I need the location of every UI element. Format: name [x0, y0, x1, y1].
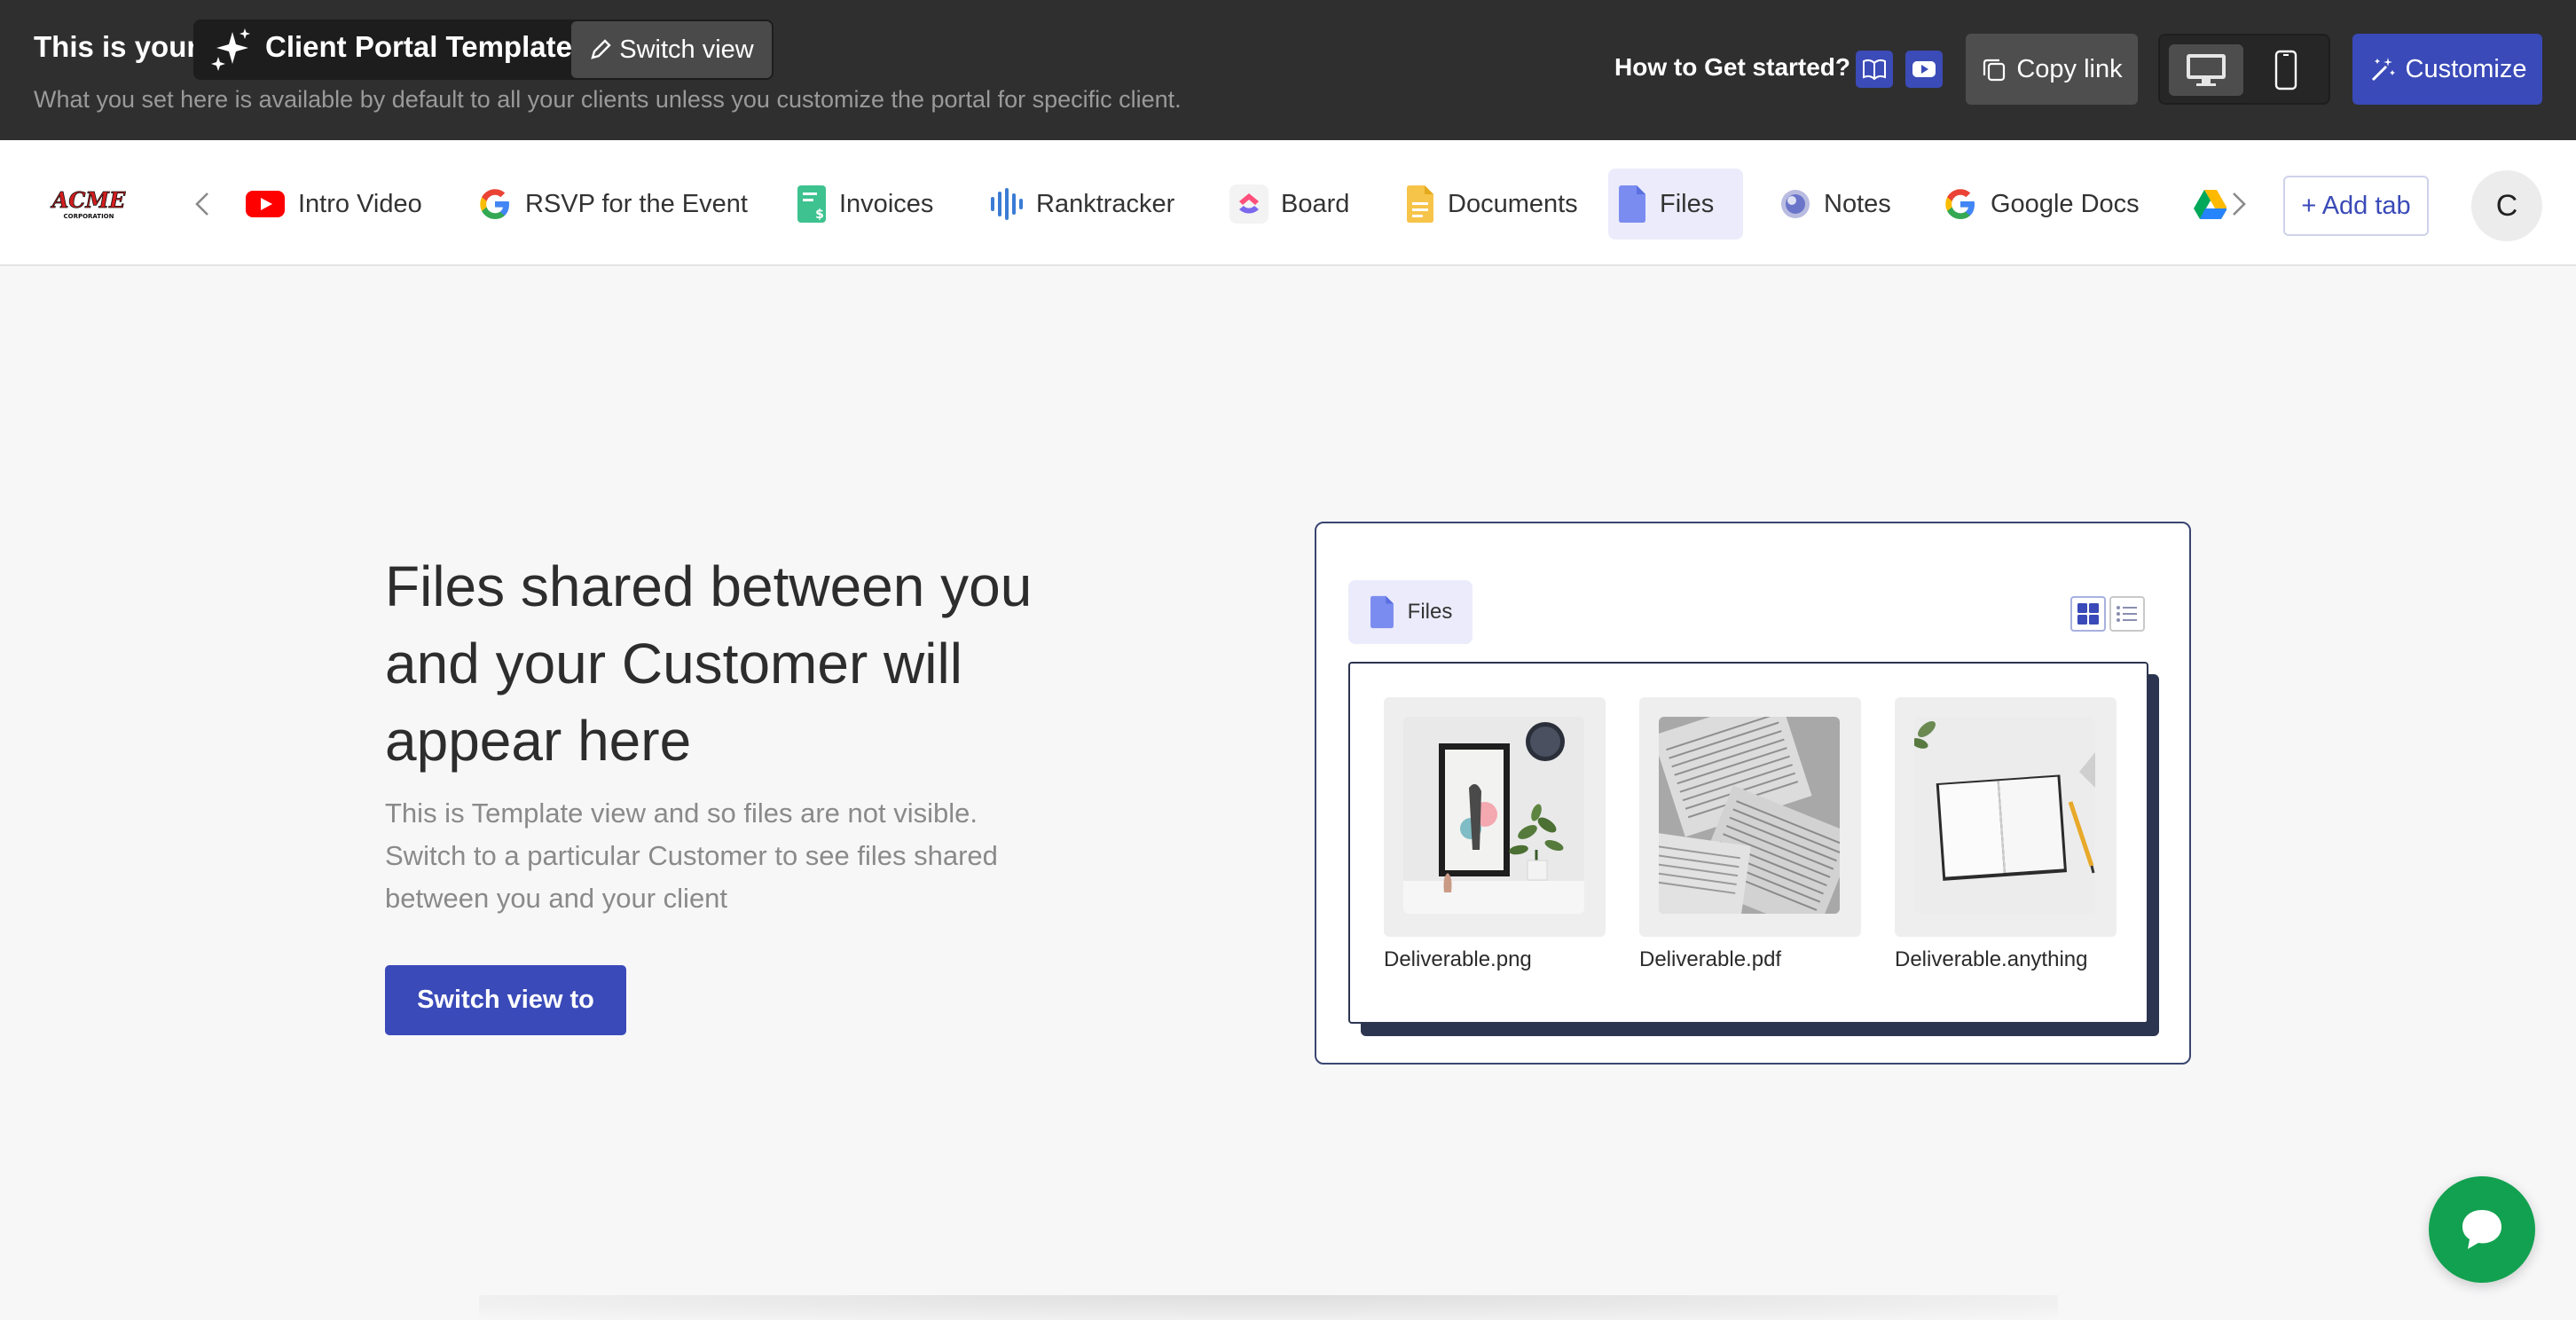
sparkle-icon: [211, 28, 250, 71]
google-icon: [1945, 189, 1975, 219]
tab-ranktracker[interactable]: Ranktracker: [979, 169, 1183, 240]
tab-invoices[interactable]: $ Invoices: [788, 169, 942, 240]
svg-text:CORPORATION: CORPORATION: [63, 213, 114, 220]
file-card: [1384, 697, 1606, 937]
customize-button[interactable]: Customize: [2352, 34, 2542, 105]
tab-label: Board: [1281, 189, 1350, 218]
copy-link-label: Copy link: [2016, 54, 2123, 83]
file-icon: [1619, 185, 1645, 223]
tab-label: RSVP for the Event: [525, 189, 748, 218]
file-name: Deliverable.anything: [1895, 947, 2088, 971]
how-to-get-started-label: How to Get started?: [1614, 53, 1851, 81]
tab-bar: ACME CORPORATION Intro Video RSVP for th…: [0, 140, 2576, 266]
desktop-icon: [2187, 54, 2226, 86]
illustration-files-tab: Files: [1348, 580, 1473, 644]
grid-view-icon: [2070, 596, 2106, 632]
file-grid-panel: Deliverable.png Deliverable.pdf Delivera…: [1348, 662, 2148, 1024]
file-name: Deliverable.pdf: [1639, 947, 1782, 971]
file-card: [1639, 697, 1861, 937]
svg-text:$: $: [815, 208, 824, 222]
customize-label: Customize: [2405, 54, 2527, 83]
tab-board[interactable]: Board: [1221, 169, 1358, 240]
youtube-icon: [1912, 61, 1936, 77]
pdf-thumbnail: [1659, 717, 1840, 914]
tab-files[interactable]: Files: [1608, 169, 1743, 240]
guide-book-button[interactable]: [1856, 51, 1893, 88]
switch-view-button[interactable]: Switch view: [571, 21, 772, 78]
tab-google-docs[interactable]: Google Docs: [1934, 169, 2148, 240]
tab-label: Documents: [1448, 189, 1578, 218]
tab-label: Google Docs: [1991, 189, 2140, 218]
acme-logo: ACME CORPORATION: [50, 187, 126, 220]
chevron-left-icon[interactable]: [192, 192, 215, 216]
portal-subtitle: What you set here is available by defaul…: [34, 86, 1182, 113]
clickup-icon: [1229, 185, 1268, 224]
svg-text:ACME: ACME: [51, 187, 126, 213]
copy-icon: [1983, 59, 2006, 82]
magic-wand-icon: [2371, 58, 2395, 82]
book-icon: [1863, 59, 1886, 80]
youtube-icon: [246, 191, 285, 217]
notes-icon: [1781, 190, 1810, 218]
chat-widget-button[interactable]: [2429, 1176, 2535, 1283]
avatar[interactable]: C: [2471, 170, 2542, 241]
google-drive-icon: [2194, 190, 2227, 219]
tab-label: Invoices: [839, 189, 934, 218]
files-illustration: Files Deliverable.png Deliverable.pdf De…: [1315, 522, 2191, 1065]
mobile-icon: [2274, 50, 2297, 90]
tab-google-drive[interactable]: [2184, 169, 2227, 240]
invoice-icon: $: [797, 185, 826, 223]
page-description: This is Template view and so files are n…: [385, 798, 998, 914]
mobile-view-button[interactable]: [2249, 44, 2323, 96]
file-icon: [1370, 595, 1394, 629]
device-toggle: [2158, 34, 2330, 105]
tab-label: Files: [1660, 189, 1715, 218]
tab-rsvp-for-the-event[interactable]: RSVP for the Event: [468, 169, 757, 240]
copy-link-button[interactable]: Copy link: [1966, 34, 2138, 105]
add-tab-button[interactable]: + Add tab: [2283, 176, 2429, 236]
top-bar: This is your Client Portal Template Swit…: [0, 0, 2576, 140]
portal-prefix-label: This is your: [34, 30, 199, 63]
google-icon: [480, 189, 509, 219]
bottom-shadow: [479, 1295, 2058, 1320]
tab-label: Ranktracker: [1036, 189, 1175, 218]
tab-notes[interactable]: Notes: [1771, 169, 1900, 240]
document-icon: [1407, 185, 1433, 223]
chat-bubble-icon: [2462, 1210, 2501, 1249]
tab-label: Notes: [1824, 189, 1891, 218]
png-thumbnail: [1403, 717, 1584, 914]
ranktracker-icon: [991, 188, 1023, 220]
video-guide-button[interactable]: [1905, 51, 1943, 88]
illustration-files-label: Files: [1407, 600, 1453, 624]
list-view-icon: [2109, 596, 2145, 632]
page-headline: Files shared between you and your Custom…: [385, 554, 1033, 773]
file-name: Deliverable.png: [1384, 947, 1532, 971]
tab-documents[interactable]: Documents: [1396, 169, 1587, 240]
tab-label: Intro Video: [298, 189, 422, 218]
anything-thumbnail: [1914, 717, 2095, 914]
switch-view-to-button[interactable]: Switch view to: [385, 965, 626, 1035]
desktop-view-button[interactable]: [2169, 44, 2243, 96]
template-name: Client Portal Template: [265, 30, 572, 63]
tab-intro-video[interactable]: Intro Video: [236, 169, 431, 240]
file-card: [1895, 697, 2117, 937]
pencil-icon: [591, 39, 611, 59]
switch-view-label: Switch view: [619, 35, 754, 64]
chevron-right-icon[interactable]: [2227, 192, 2250, 216]
